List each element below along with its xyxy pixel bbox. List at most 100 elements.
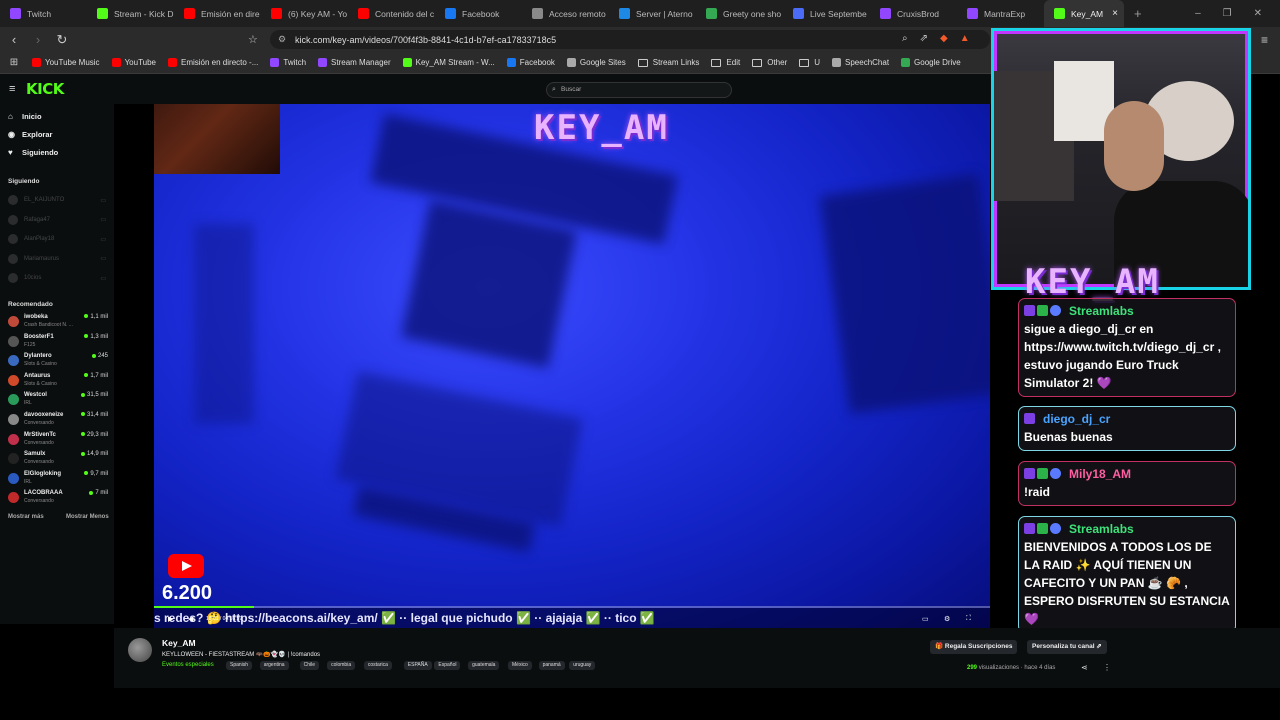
show-less-link[interactable]: Mostrar Menos	[66, 514, 109, 520]
sidebar-item-following[interactable]: Rafaga47 ▭	[8, 214, 106, 226]
tag-chip[interactable]: México	[508, 661, 532, 670]
hamburger-icon[interactable]: ≡	[9, 83, 15, 95]
browser-tab[interactable]: Emisión en dire	[174, 0, 261, 27]
tag-chip[interactable]: Spanish	[226, 661, 253, 670]
sidebar-item-recommended[interactable]: iwobeka Crash Bandicoot N. ... 1,1 mil	[8, 313, 108, 331]
theater-icon[interactable]: ▭	[922, 615, 929, 623]
sidebar-item-siguiendo[interactable]: ♥ Siguiendo	[8, 148, 58, 157]
sidebar-item-recommended[interactable]: Dylantero Slots & Casino 245	[8, 352, 108, 370]
tag-chip[interactable]: colombia	[327, 661, 356, 670]
browser-tab[interactable]: Twitch	[0, 0, 87, 27]
recommended-category: Slots & Casino	[24, 380, 57, 387]
webcam-name: KEY_AM	[1025, 262, 1160, 302]
browser-tab[interactable]: MantraExp	[957, 0, 1044, 27]
browser-tab[interactable]: (6) Key AM - Yo	[261, 0, 348, 27]
zoom-icon[interactable]: ⌕	[902, 33, 908, 44]
more-options-icon[interactable]: ⋮	[1103, 663, 1111, 672]
browser-tab[interactable]: CruxisBrod	[870, 0, 957, 27]
sidebar-item-recommended[interactable]: Antaurus Slots & Casino 1,7 mil	[8, 372, 108, 390]
close-window-icon[interactable]: ✕	[1254, 8, 1262, 19]
show-more-link[interactable]: Mostrar más	[8, 514, 44, 520]
maximize-icon[interactable]: ❐	[1223, 8, 1232, 19]
bookmark-item[interactable]: Key_AM Stream - W...	[402, 58, 495, 67]
play-icon[interactable]: ▶	[168, 615, 173, 623]
rewards-icon[interactable]: ▲	[960, 33, 970, 44]
sidebar-item-recommended[interactable]: ElGlogloking IRL 9,7 mil	[8, 470, 108, 488]
sidebar-item-recommended[interactable]: Westcol IRL 31,5 mil	[8, 391, 108, 409]
fullscreen-icon[interactable]: ⛶	[966, 615, 971, 623]
sidebar-item-following[interactable]: EL_KAIJUNTO ▭	[8, 194, 106, 206]
browser-tab[interactable]: Acceso remoto	[522, 0, 609, 27]
bookmark-item[interactable]: U	[799, 58, 820, 67]
url-field[interactable]: ⚙ kick.com/key-am/videos/700f4f3b-8841-4…	[270, 30, 990, 49]
category-link[interactable]: Eventos especiales	[162, 662, 214, 668]
apps-icon[interactable]: ⊞	[4, 57, 24, 68]
volume-icon[interactable]: ◀	[188, 615, 193, 623]
gift-subs-button[interactable]: 🎁 Regala Suscripciones	[930, 640, 1018, 654]
forward-icon[interactable]: ›	[28, 32, 48, 47]
bookmark-item[interactable]: Google Sites	[566, 58, 626, 67]
brave-shield-icon[interactable]: ◆	[940, 33, 948, 44]
browser-tab[interactable]: Live Septembe	[783, 0, 870, 27]
menu-icon[interactable]: ≡	[1261, 33, 1268, 47]
bookmark-item[interactable]: Google Drive	[901, 58, 961, 67]
browser-tab[interactable]: Contenido del c	[348, 0, 435, 27]
reload-icon[interactable]: ↻	[52, 32, 72, 48]
bookmark-item[interactable]: YouTube	[111, 58, 156, 67]
sidebar-item-recommended[interactable]: MrStivenTc Conversando 29,3 mil	[8, 431, 108, 449]
tab-favicon-icon	[10, 8, 21, 19]
bookmark-item[interactable]: Facebook	[506, 58, 555, 67]
sidebar-item-recommended[interactable]: LACOBRAAA Conversando 7 mil	[8, 489, 108, 507]
browser-tab[interactable]: Greety one sho	[696, 0, 783, 27]
bookmark-item[interactable]: Emisión en directo -...	[168, 58, 258, 67]
player-controls: ▶ ◀ 18:61 / 04:16:59 ⛶ ⚙ ▭	[154, 614, 990, 628]
bookmark-item[interactable]: SpeechChat	[832, 58, 889, 67]
sidebar-item-following[interactable]: AlanPlay18 ▭	[8, 233, 106, 245]
tag-chip[interactable]: Español	[434, 661, 461, 670]
tag-chip[interactable]: Chile	[299, 661, 319, 670]
bookmark-icon[interactable]: ☆	[248, 33, 258, 46]
tag-chip[interactable]: costarica	[363, 661, 392, 670]
kick-logo[interactable]: KICK	[26, 80, 64, 98]
back-icon[interactable]: ‹	[4, 32, 24, 47]
bookmark-item[interactable]: Other	[752, 58, 787, 67]
close-tab-icon[interactable]: ×	[1112, 8, 1118, 19]
bookmark-item[interactable]: Twitch	[270, 58, 306, 67]
sidebar-item-explorar[interactable]: ◉ Explorar	[8, 130, 52, 139]
site-info-icon[interactable]: ⚙	[278, 34, 286, 45]
settings-icon[interactable]: ⚙	[944, 615, 950, 623]
tag-chip[interactable]: guatemala	[468, 661, 500, 670]
tag-chip[interactable]: panamá	[538, 661, 565, 670]
bookmark-item[interactable]: YouTube Music	[32, 58, 100, 67]
sidebar-item-recommended[interactable]: davooxeneize Conversando 31,4 mil	[8, 411, 108, 429]
browser-tab[interactable]: Facebook	[435, 0, 522, 27]
avatar	[8, 472, 19, 484]
sidebar-item-recommended[interactable]: BoosterF1 F125 1,3 mil	[8, 333, 108, 351]
browser-tab[interactable]: Stream - Kick D	[87, 0, 174, 27]
new-tab-icon[interactable]: +	[1134, 6, 1142, 21]
tag-chip[interactable]: uruguay	[569, 661, 596, 670]
sidebar-item-inicio[interactable]: ⌂ Inicio	[8, 112, 42, 121]
channel-name[interactable]: Key_AM	[162, 638, 196, 648]
share-icon[interactable]: ⇗	[920, 33, 928, 44]
avatar	[8, 195, 18, 205]
progress-bar[interactable]	[154, 606, 990, 608]
browser-tab[interactable]: Server | Aterno	[609, 0, 696, 27]
sidebar-item-recommended[interactable]: Samulx Conversando 14,9 mil	[8, 450, 108, 468]
bookmark-label: Other	[767, 58, 788, 67]
bookmark-item[interactable]: Edit	[711, 58, 740, 67]
bookmark-item[interactable]: Stream Links	[637, 58, 699, 67]
sidebar-item-following[interactable]: Mariamaurus ▭	[8, 253, 106, 265]
sidebar-item-following[interactable]: 10cios ▭	[8, 272, 106, 284]
moderator-badge-icon	[1037, 468, 1048, 479]
minimize-icon[interactable]: –	[1195, 8, 1201, 19]
tag-chip[interactable]: argentina	[259, 661, 289, 670]
browser-tab[interactable]: Key_AM ×	[1044, 0, 1124, 27]
avatar[interactable]	[128, 638, 152, 662]
tag-chip[interactable]: ESPAÑA	[403, 661, 432, 670]
customize-channel-button[interactable]: Personaliza tu canal ⇗	[1027, 640, 1107, 654]
search-input[interactable]: ⌕ Buscar	[546, 82, 732, 98]
bookmark-item[interactable]: Stream Manager	[318, 58, 391, 67]
video-player[interactable]: KEY_AM 6.200 s redes? 🤔 https://beacons.…	[154, 104, 990, 628]
share-icon[interactable]: ⋖	[1081, 663, 1088, 672]
